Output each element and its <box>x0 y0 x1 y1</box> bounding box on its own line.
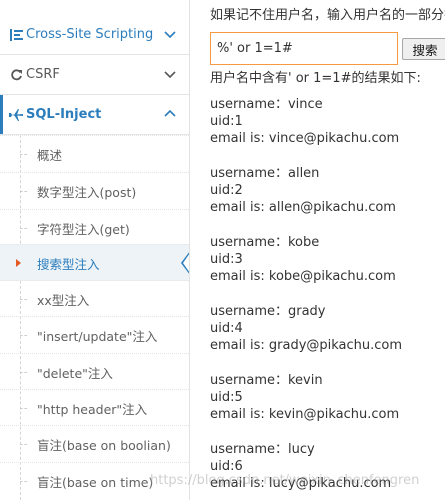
search-input[interactable] <box>210 32 398 65</box>
sidebar-item-overview[interactable]: 概述 <box>0 135 189 172</box>
result-uid: uid:6 <box>210 459 243 474</box>
menu-csrf[interactable]: CSRF <box>0 55 189 95</box>
sidebar-item-label: 盲注(base on boolian) <box>37 437 171 453</box>
sidebar: Cross-Site Scripting CSRF SQL-Inject 概述 … <box>0 0 190 500</box>
result-email: email is: vince@pikachu.com <box>210 131 400 146</box>
list-item: username：lucy uid:6 email is: lucy@pikac… <box>210 441 402 500</box>
list-icon <box>8 28 24 41</box>
result-username: username：grady <box>210 304 326 319</box>
result-uid: uid:2 <box>210 183 243 198</box>
tree-dash <box>20 335 27 336</box>
sidebar-item-label: 盲注(base on time) <box>37 474 154 490</box>
sidebar-item-http-header[interactable]: "http header"注入 <box>0 389 189 426</box>
result-uid: uid:1 <box>210 114 243 129</box>
result-username: username：lucy <box>210 442 315 457</box>
sidebar-item-numeric-post[interactable]: 数字型注入(post) <box>0 172 189 209</box>
sidebar-item-xx-inject[interactable]: xx型注入 <box>0 280 189 317</box>
result-title: 用户名中含有' or 1=1#的结果如下: <box>210 71 421 86</box>
chevron-down-icon <box>163 67 177 81</box>
result-email: email is: lucy@pikachu.com <box>210 476 392 491</box>
result-list: username：vince uid:1 email is: vince@pik… <box>210 96 402 500</box>
sidebar-item-blind-time[interactable]: 盲注(base on time) <box>0 462 189 499</box>
result-email: email is: kobe@pikachu.com <box>210 269 396 284</box>
sidebar-item-blind-boolean[interactable]: 盲注(base on boolian) <box>0 425 189 462</box>
active-menu-bar <box>0 95 3 134</box>
list-item: username：kobe uid:3 email is: kobe@pikac… <box>210 234 402 303</box>
result-uid: uid:4 <box>210 321 243 336</box>
sidebar-item-label: 数字型注入(post) <box>37 184 137 200</box>
tree-dash <box>20 299 27 300</box>
search-hint: 如果记不住用户名，输入用户名的一部分搜索的试试看？ <box>210 8 445 23</box>
sidebar-item-label: "insert/update"注入 <box>37 328 158 344</box>
result-email: email is: grady@pikachu.com <box>210 338 403 353</box>
sidebar-item-label: 搜索型注入 <box>37 256 100 272</box>
list-item: username：kevin uid:5 email is: kevin@pik… <box>210 372 402 441</box>
sidebar-item-label: 概述 <box>37 147 63 163</box>
tree-dash <box>20 481 27 482</box>
tree-dash <box>20 228 27 229</box>
chevron-up-icon <box>163 107 177 121</box>
menu-sql-inject[interactable]: SQL-Inject <box>0 95 189 135</box>
sidebar-item-label: "http header"注入 <box>37 401 148 417</box>
result-email: email is: kevin@pikachu.com <box>210 407 400 422</box>
sidebar-item-search-inject[interactable]: 搜索型注入 <box>0 244 189 281</box>
result-username: username：kevin <box>210 373 323 388</box>
result-uid: uid:3 <box>210 252 243 267</box>
menu-label: Cross-Site Scripting <box>26 27 154 42</box>
search-button[interactable]: 搜索 <box>402 38 445 60</box>
result-email: email is: allen@pikachu.com <box>210 200 396 215</box>
refresh-icon <box>8 68 24 81</box>
main-content: 如果记不住用户名，输入用户名的一部分搜索的试试看？ 搜索 用户名中含有' or … <box>191 0 445 500</box>
result-uid: uid:5 <box>210 390 243 405</box>
menu-label: CSRF <box>26 67 60 82</box>
tree-dash <box>20 372 27 373</box>
menu-label: SQL-Inject <box>26 107 102 122</box>
sidebar-item-label: 字符型注入(get) <box>37 221 130 237</box>
result-username: username：allen <box>210 166 320 181</box>
result-username: username：vince <box>210 97 323 112</box>
list-item: username：vince uid:1 email is: vince@pik… <box>210 96 402 165</box>
sidebar-item-delete[interactable]: "delete"注入 <box>0 353 189 390</box>
plane-icon <box>8 108 24 121</box>
sidebar-item-label: xx型注入 <box>37 292 90 308</box>
result-username: username：kobe <box>210 235 320 250</box>
tree-dash <box>20 444 27 445</box>
sidebar-item-string-get[interactable]: 字符型注入(get) <box>0 209 189 246</box>
sidebar-item-insert-update[interactable]: "insert/update"注入 <box>0 316 189 353</box>
list-item: username：allen uid:2 email is: allen@pik… <box>210 165 402 234</box>
caret-right-icon <box>16 259 21 267</box>
tree-dash <box>20 154 27 155</box>
menu-cross-site-scripting[interactable]: Cross-Site Scripting <box>0 15 189 55</box>
tree-dash <box>20 408 27 409</box>
chevron-down-icon <box>163 27 177 41</box>
tree-dash <box>20 191 27 192</box>
sidebar-item-label: "delete"注入 <box>37 365 113 381</box>
list-item: username：grady uid:4 email is: grady@pik… <box>210 303 402 372</box>
